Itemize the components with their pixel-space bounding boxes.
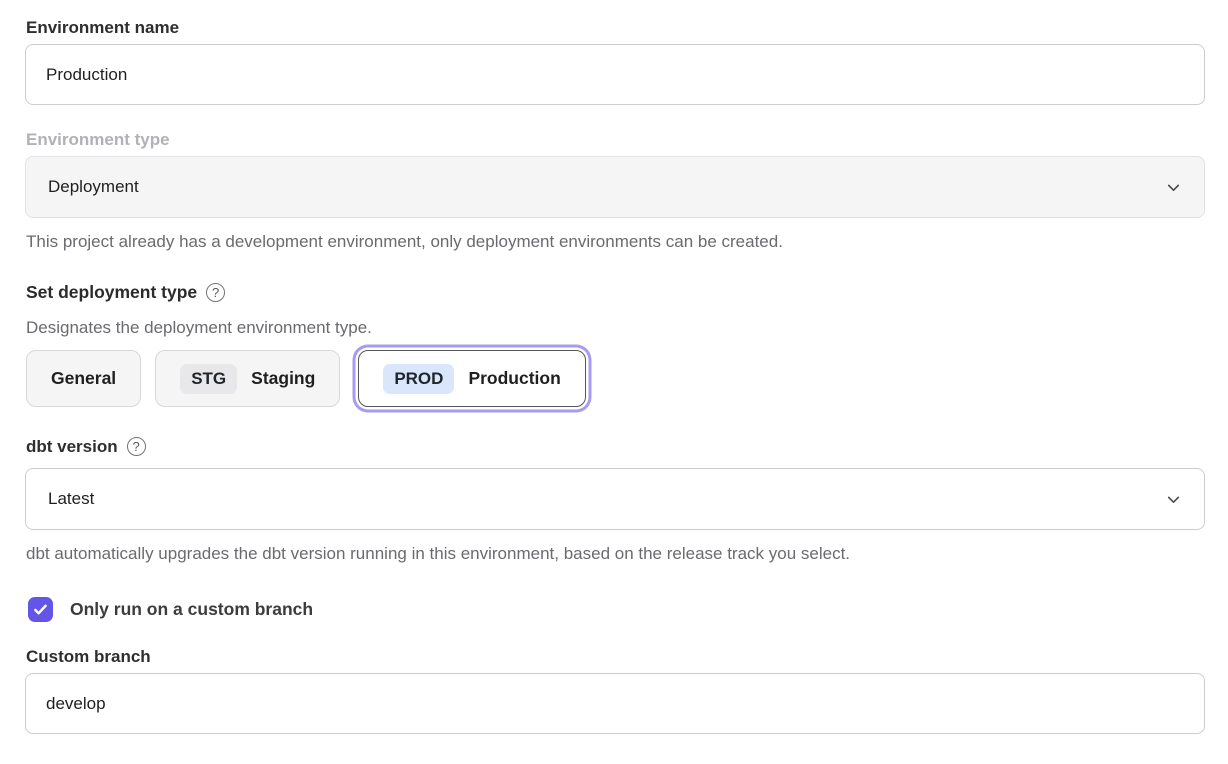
environment-type-helper: This project already has a development e… [26,231,1205,252]
custom-branch-input[interactable] [25,673,1205,734]
deployment-type-heading: Set deployment type ? [26,281,1205,303]
custom-branch-toggle-row: Only run on a custom branch [28,597,1205,622]
chevron-down-icon [1165,179,1182,196]
dbt-version-label: dbt version [26,436,118,457]
production-button-label: Production [468,368,560,389]
help-question-icon[interactable]: ? [127,437,146,456]
help-question-icon[interactable]: ? [206,283,225,302]
deployment-type-production-button[interactable]: PROD Production [358,350,585,407]
custom-branch-label: Custom branch [26,646,1205,667]
prod-badge: PROD [383,364,454,394]
environment-type-label: Environment type [26,129,1205,150]
environment-name-label: Environment name [26,17,1205,38]
staging-button-label: Staging [251,368,315,389]
deployment-type-heading-text: Set deployment type [26,281,197,303]
deployment-type-options: General STG Staging PROD Production [26,350,1205,407]
chevron-down-icon [1165,491,1182,508]
environment-type-value: Deployment [48,177,139,197]
dbt-version-label-row: dbt version ? [26,436,1205,457]
environment-type-select: Deployment [25,156,1205,218]
dbt-version-value: Latest [48,489,94,509]
dbt-version-select[interactable]: Latest [25,468,1205,530]
deployment-type-description: Designates the deployment environment ty… [26,317,1205,338]
checkmark-icon [33,602,48,617]
custom-branch-checkbox[interactable] [28,597,53,622]
general-button-label: General [51,368,116,389]
environment-name-input[interactable] [25,44,1205,105]
staging-badge: STG [180,364,237,394]
dbt-version-helper: dbt automatically upgrades the dbt versi… [26,543,1205,564]
environment-settings-form: Environment name Environment type Deploy… [0,0,1228,734]
deployment-type-staging-button[interactable]: STG Staging [155,350,340,407]
custom-branch-toggle-label[interactable]: Only run on a custom branch [70,599,313,620]
deployment-type-general-button[interactable]: General [26,350,141,407]
